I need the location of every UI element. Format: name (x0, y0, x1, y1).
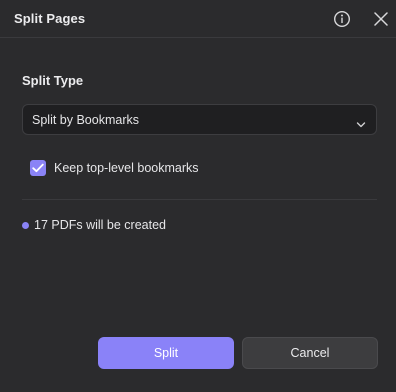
split-type-select[interactable]: Split by Bookmarks (22, 104, 377, 135)
pdf-count-status: 17 PDFs will be created (34, 218, 167, 232)
keep-top-level-bookmarks-label: Keep top-level bookmarks (54, 161, 199, 175)
chevron-down-icon (356, 116, 366, 128)
keep-top-level-bookmarks-checkbox[interactable] (30, 160, 46, 176)
split-type-selected-value: Split by Bookmarks (32, 113, 139, 127)
dialog-title: Split Pages (14, 11, 86, 26)
status-dot (22, 222, 29, 229)
section-divider (22, 199, 377, 200)
info-circle-icon[interactable] (333, 10, 351, 28)
cancel-button[interactable]: Cancel (242, 337, 378, 369)
dialog-header: Split Pages (0, 0, 396, 38)
split-type-label: Split Type (22, 73, 84, 88)
close-icon[interactable] (373, 11, 389, 27)
split-pages-dialog: Split Pages Split Type Split by Bookmark… (0, 0, 396, 392)
split-button[interactable]: Split (98, 337, 234, 369)
